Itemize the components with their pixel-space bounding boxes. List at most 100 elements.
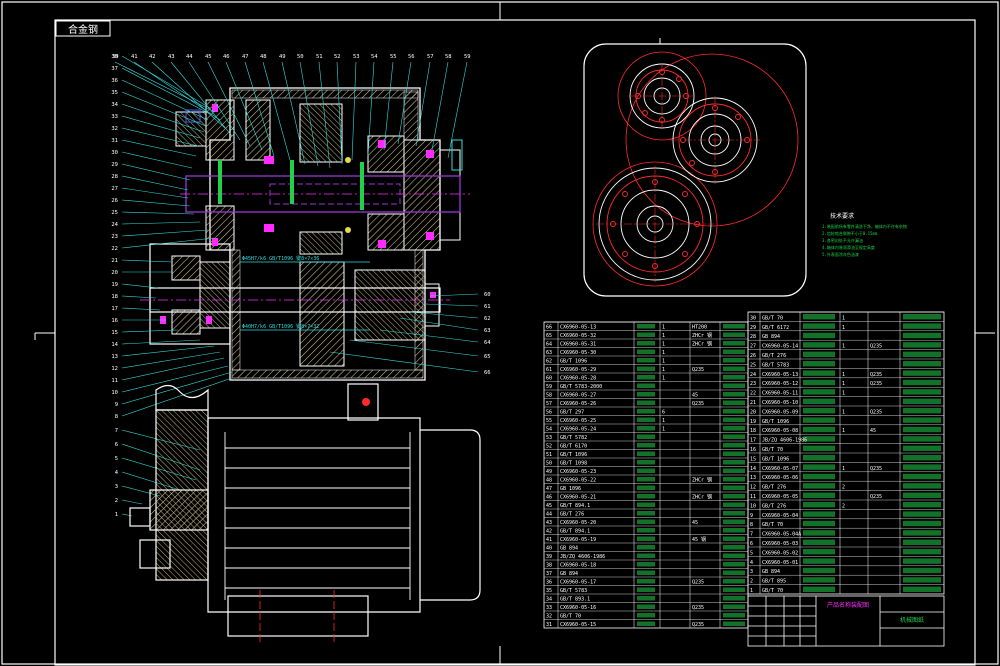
bom-row: 42 GB/T 894.1 [544, 525, 748, 535]
bom-row: 55 CX6960-05-25 1 [544, 415, 748, 424]
callout-top: 45 [205, 54, 212, 60]
bom-cell-no: 21 [750, 400, 756, 406]
bom-cell-no: 46 [546, 495, 552, 501]
bom-note-mark [723, 477, 745, 482]
bom-row: 18 CX6960-05-08 1 45 [748, 424, 944, 434]
bom-cell-mat: Q235 [692, 580, 704, 586]
bom-row: 31 CX6960-05-15 Q235 [544, 619, 748, 628]
bom-cell-no: 38 [546, 563, 552, 569]
bom-cell-code: CX6960-05-30 [560, 350, 596, 356]
bom-cell-mat: ZHCr 钢 [692, 494, 712, 501]
callout-top: 50 [297, 54, 304, 60]
bom-note-mark [903, 408, 941, 414]
bom-name-mark [637, 502, 655, 507]
bom-cell-no: 8 [750, 522, 753, 528]
callout-top: 56 [408, 54, 415, 60]
bom-row: 35 GB/T 5783 [544, 585, 748, 594]
bom-cell-no: 14 [750, 466, 756, 472]
bom-cell-code: GB 894 [560, 546, 578, 552]
tech-title: 技术要求 [830, 212, 854, 220]
bom-cell-mat: ZHCr 钢 [692, 341, 712, 348]
bom-cell-mat: 45 [692, 393, 698, 399]
housing-wall-bottom [231, 369, 424, 379]
bom-cell-code: CX6960-05-05 [762, 494, 798, 500]
bom-row: 22 CX6960-05-11 1 [748, 387, 944, 397]
callout-top: 42 [149, 54, 156, 60]
callout-left: 33 [111, 114, 118, 120]
bom-cell-no: 45 [546, 503, 552, 509]
bom-cell-mat: Q235 [870, 344, 882, 350]
bom-cell-code: CX6960-05-04 [762, 513, 798, 519]
bom-table-left: 66 CX6960-05-13 1 HT200 65 CX6960-05-32 1 ZHCr … [543, 321, 749, 629]
bom-cell-qty: 2 [842, 485, 845, 491]
bom-note-mark [723, 494, 745, 499]
bom-name-mark [637, 392, 655, 397]
callout-left: 7 [115, 428, 118, 434]
callout-left: 16 [111, 318, 118, 324]
bom-note-mark [723, 375, 745, 380]
bom-name-mark [803, 483, 835, 489]
bom-note-mark [723, 468, 745, 473]
bom-row: 52 GB/T 6170 [544, 440, 748, 450]
callout-top: 48 [260, 54, 267, 60]
bom-row: 28 GB 894 [748, 330, 944, 340]
bom-note-mark [903, 558, 941, 564]
bom-cell-code: CX6960-05-03 [762, 541, 798, 547]
bom-note-mark [903, 473, 941, 480]
bom-row: 16 GB/T 70 [748, 443, 944, 453]
bom-cell-code: CX6960-05-28 [560, 376, 596, 382]
bom-cell-code: CX6960-05-22 [560, 478, 596, 484]
bom-note-mark [723, 570, 745, 575]
callout-top: 57 [427, 54, 434, 60]
bom-name-mark [803, 332, 835, 339]
bom-row: 36 CX6960-05-17 Q235 [544, 576, 748, 586]
bom-cell-code: GB/T 1096 [560, 452, 587, 458]
bom-cell-code: GB/T 5783-2000 [560, 384, 602, 390]
bom-row: 41 CX6960-05-19 45 钢 [544, 534, 748, 543]
bom-note-mark [723, 587, 745, 592]
bom-name-mark [803, 417, 835, 423]
bom-row: 62 GB/T 1096 1 [544, 355, 748, 365]
bom-row: 6 CX6960-05-03 [748, 537, 944, 547]
bom-cell-code: GB/T 893.1 [560, 597, 590, 603]
bom-name-mark [803, 408, 835, 414]
bom-name-mark [803, 455, 835, 461]
coupling-bolt [129, 507, 151, 527]
callout-left: 31 [111, 138, 118, 144]
bom-name-mark [637, 332, 655, 337]
bom-cell-no: 60 [546, 376, 552, 382]
callout-right: 62 [484, 316, 491, 322]
bom-row: 43 CX6960-05-20 45 [544, 517, 748, 526]
bom-cell-no: 29 [750, 325, 756, 331]
callout-left: 10 [111, 390, 118, 396]
bom-row: 56 GB/T 297 6 [544, 406, 748, 416]
bom-name-mark [637, 536, 655, 541]
bom-note-mark [903, 492, 941, 498]
callout-right: 66 [484, 370, 491, 376]
bom-cell-no: 44 [546, 512, 552, 518]
bom-name-mark [637, 349, 655, 354]
bom-cell-no: 36 [546, 580, 552, 586]
motor-foot [227, 595, 369, 637]
title-main: 产品名称装配图 [827, 601, 869, 609]
bom-cell-code: CX6960-05-12 [762, 381, 798, 387]
bom-cell-mat: ZHCr 钢 [692, 477, 712, 484]
bom-name-mark [637, 383, 655, 388]
bom-name-mark [637, 579, 655, 584]
bom-name-mark [803, 511, 835, 517]
bom-row: 8 GB/T 70 [748, 518, 944, 528]
bom-name-mark [637, 570, 655, 575]
bom-cell-mat: Q235 [870, 466, 882, 472]
bom-name-mark [637, 426, 655, 431]
callout-left: 22 [111, 246, 118, 252]
bom-cell-no: 7 [750, 532, 753, 538]
coupling-hub [149, 489, 209, 531]
bom-row: 23 CX6960-05-12 1 Q235 [748, 377, 944, 387]
bom-row: 51 GB/T 1096 [544, 449, 748, 458]
bom-name-mark [637, 417, 655, 422]
bom-cell-no: 51 [546, 452, 552, 458]
bom-name-mark [637, 460, 655, 465]
bom-note-mark [723, 383, 745, 388]
bom-cell-code: GB 1096 [560, 486, 581, 492]
bom-cell-no: 64 [546, 342, 552, 348]
